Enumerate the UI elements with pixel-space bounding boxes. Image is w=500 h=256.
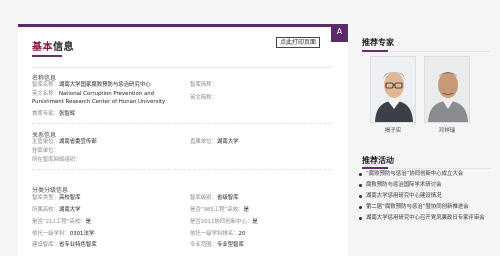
- card-title: 基本信息: [32, 38, 74, 53]
- level-label: 智库级别：: [190, 195, 217, 201]
- is2011-label: 是否2011协同创新中心：: [190, 219, 253, 225]
- level-value: 省级智库: [216, 195, 239, 201]
- card-divider: [32, 67, 332, 68]
- discipline1-row: 依托一级学科：0301法学: [32, 231, 94, 238]
- print-page-button[interactable]: 点此打印页面: [276, 37, 321, 48]
- network-row: 所在智库网络组织：: [32, 157, 81, 164]
- discipline2-value: 20: [238, 231, 246, 237]
- supervisor-row: 主管单位：湖南省委宣传部: [32, 139, 97, 146]
- is985-label: 是否“985工程”高校：: [190, 207, 244, 213]
- build-value: 省专业特色智库: [58, 242, 97, 248]
- cn-name-label: 智库名称：: [32, 82, 59, 88]
- category-section-title: 分类分级信息: [32, 187, 69, 194]
- en-name-row: 英文名称：National Corruption Prevention and: [32, 91, 154, 98]
- basic-info-card: 基本信息 点此打印页面 名称信息 智库名称：湖南大学国家腐败预防与惩治研究中心 …: [18, 24, 348, 256]
- name-section-title: 名称信息: [32, 75, 57, 82]
- discipline1-label: 依托一级学科：: [32, 231, 70, 237]
- activities-title-underline: [362, 167, 388, 169]
- build-row: 建设智库：省专业特色智库: [32, 242, 97, 249]
- discipline2-row: 依托一级学科排名：20: [190, 231, 245, 238]
- activities-title: 推荐活动: [362, 156, 394, 165]
- card-title-rest: 信息: [53, 42, 74, 53]
- expert-name-2[interactable]: 邓祥瑞: [424, 126, 470, 134]
- domain-row: 专业范围：专业型智库: [190, 242, 244, 249]
- attached-unit-row: 挂靠单位：: [32, 148, 59, 155]
- attached-unit-label: 挂靠单位：: [32, 148, 59, 154]
- title-underline: [32, 55, 62, 57]
- direct-unit-label: 直属单位：: [190, 139, 217, 145]
- is2011-value: 是: [252, 219, 258, 225]
- province-value: 湖南大学: [58, 207, 81, 213]
- supervisor-label: 主管单位：: [32, 139, 59, 145]
- expert-photo-1[interactable]: [370, 56, 416, 123]
- head-expert-label: 首席专家：: [32, 111, 59, 117]
- en-name-row-2: Punishment Research Center of Hunan Univ…: [32, 99, 165, 106]
- card-title-accent: 基本: [32, 42, 53, 53]
- head-expert-value: 张智辉: [58, 111, 76, 117]
- activity-link[interactable]: “腐败预防与惩治”协同创新中心成立大会: [358, 171, 490, 178]
- is211-label: 是否“211工程”高校：: [32, 219, 86, 225]
- page: 基本信息 点此打印页面 名称信息 智库名称：湖南大学国家腐败预防与惩治研究中心 …: [0, 0, 500, 256]
- type-value: 高校智库: [58, 195, 81, 201]
- activity-link[interactable]: 第二届“腐败预防与惩治”暨协同创新推进会: [358, 204, 490, 211]
- province-row: 所属高校：湖南大学: [32, 207, 81, 214]
- level-row: 智库级别：省级智库: [190, 195, 239, 202]
- person-photo-young-icon: [371, 57, 415, 122]
- direct-unit-row: 直属单位：湖南大学: [190, 139, 239, 146]
- person-photo-older-icon: [425, 57, 469, 122]
- type-label: 智库类型：: [32, 195, 59, 201]
- activities-title-rule: [390, 168, 490, 169]
- province-label: 所属高校：: [32, 207, 59, 213]
- domain-label: 专业范围：: [190, 242, 217, 248]
- abbr-row: 智库简称：: [190, 82, 217, 89]
- cn-name-row: 智库名称：湖南大学国家腐败预防与惩治研究中心: [32, 82, 151, 89]
- activity-link[interactable]: 湖南大学惩用研究中心建设情况: [358, 193, 490, 200]
- expert-name-1[interactable]: 揭子实: [370, 126, 416, 134]
- is2011-row: 是否2011协同创新中心：是: [190, 219, 258, 226]
- discipline1-value: 0301法学: [69, 231, 95, 237]
- build-label: 建设智库：: [32, 242, 59, 248]
- direct-unit-value: 湖南大学: [216, 139, 239, 145]
- section-divider: [32, 169, 332, 170]
- network-label: 所在智库网络组织：: [32, 157, 81, 163]
- experts-title-rule: [390, 51, 490, 52]
- section-divider: [32, 123, 332, 124]
- en-name-value-line2: Punishment Research Center of Hunan Univ…: [32, 99, 166, 105]
- experts-title: 推荐专家: [362, 38, 394, 47]
- relation-section-title: 关系信息: [32, 132, 57, 139]
- is211-row: 是否“211工程”高校：是: [32, 219, 91, 226]
- cn-name-value: 湖南大学国家腐败预防与惩治研究中心: [58, 82, 151, 88]
- en-abbr-row: 英文简称：: [190, 95, 217, 102]
- abbr-label: 智库简称：: [190, 82, 217, 88]
- discipline2-label: 依托一级学科排名：: [190, 231, 239, 237]
- en-abbr-label: 英文简称：: [190, 95, 217, 101]
- experts-title-underline: [362, 50, 388, 52]
- is985-row: 是否“985工程”高校：是: [190, 207, 249, 214]
- corner-tag: A: [331, 24, 348, 42]
- activity-link[interactable]: 腐败预防与惩治国际学术研讨会: [358, 182, 490, 189]
- is985-value: 是: [243, 207, 250, 213]
- domain-value: 专业型智库: [216, 242, 244, 248]
- head-expert-row: 首席专家：张智辉: [32, 111, 75, 118]
- en-name-label: 英文名称：: [32, 91, 59, 97]
- is211-value: 是: [85, 219, 92, 225]
- expert-photo-2[interactable]: [424, 56, 470, 123]
- activities-list: “腐败预防与惩治”协同创新中心成立大会 腐败预防与惩治国际学术研讨会 湖南大学惩…: [358, 171, 490, 226]
- type-row: 智库类型：高校智库: [32, 195, 81, 202]
- activity-link[interactable]: 湖南大学惩用研究中心召开党风廉政日专家评审会: [358, 215, 490, 222]
- en-name-value-line1: National Corruption Prevention and: [58, 91, 155, 97]
- supervisor-value: 湖南省委宣传部: [58, 139, 97, 145]
